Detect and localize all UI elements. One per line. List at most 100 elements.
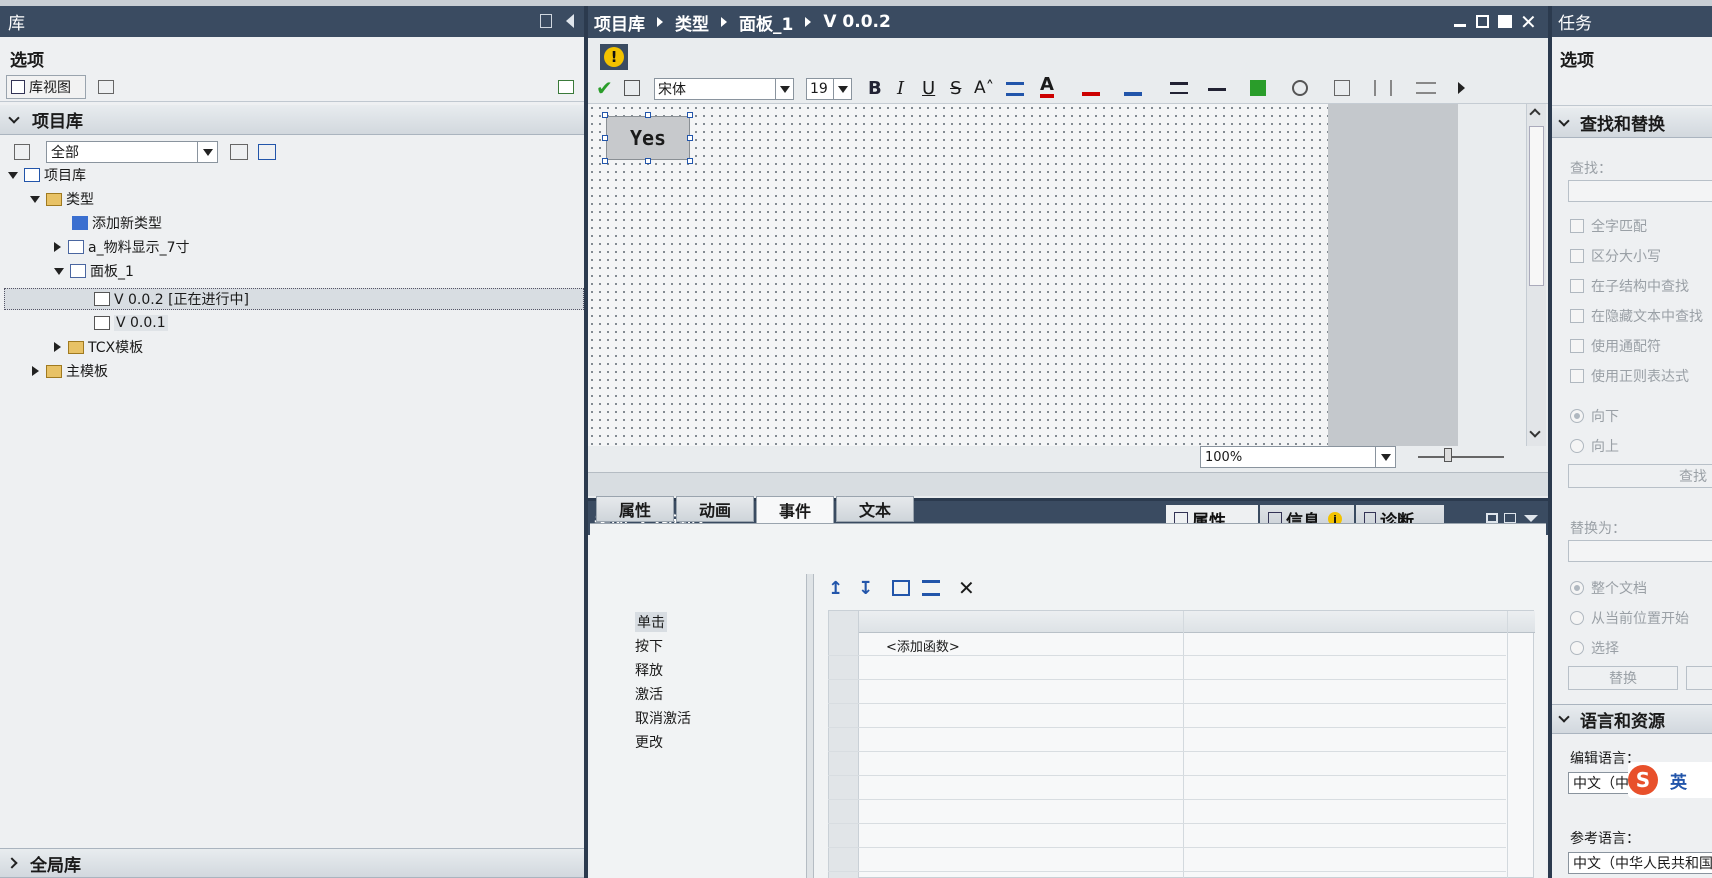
move-up-icon[interactable]: ↥: [828, 578, 843, 599]
find-input[interactable]: [1568, 180, 1712, 202]
selection-handle[interactable]: [602, 135, 608, 141]
breadcrumb-item[interactable]: V 0.0.2: [823, 12, 890, 32]
pin-icon[interactable]: [540, 14, 552, 28]
selection-handle[interactable]: [602, 158, 608, 164]
checkbox-box[interactable]: [1570, 249, 1584, 263]
tree-item-version-002[interactable]: V 0.0.2 [正在进行中]: [94, 288, 249, 310]
distribute-icon[interactable]: [1374, 80, 1392, 96]
list-icon[interactable]: [922, 580, 940, 596]
checkbox-box[interactable]: [1570, 339, 1584, 353]
checkbox-box[interactable]: [1570, 369, 1584, 383]
selection-handle[interactable]: [687, 135, 693, 141]
checkbox-wildcards[interactable]: 使用通配符: [1570, 336, 1661, 356]
selection-handle[interactable]: [687, 112, 693, 118]
library-filter-select[interactable]: 全部: [46, 141, 218, 163]
superscript-icon[interactable]: A˄: [974, 78, 994, 98]
radio-selection[interactable]: 选择: [1570, 638, 1619, 658]
library-view-button[interactable]: 库视图: [6, 75, 86, 99]
checkbox-box[interactable]: [1570, 309, 1584, 323]
library-management-icon[interactable]: [98, 80, 114, 94]
checkbox-match-case[interactable]: 区分大小写: [1570, 246, 1661, 266]
tab-text[interactable]: 文本: [836, 496, 914, 522]
canvas-vertical-scrollbar[interactable]: [1526, 104, 1546, 446]
editor-splitter[interactable]: [588, 472, 1548, 496]
delete-icon[interactable]: ✕: [958, 576, 975, 600]
radio-whole-document[interactable]: 整个文档: [1570, 578, 1647, 598]
underline-icon[interactable]: U: [922, 78, 935, 99]
replace-all-button[interactable]: [1686, 666, 1712, 690]
update-library-icon[interactable]: [558, 80, 574, 94]
bring-front-icon[interactable]: [1250, 80, 1266, 96]
event-item-activate[interactable]: 激活: [635, 684, 663, 704]
import-icon[interactable]: [258, 144, 276, 160]
language-resources-header[interactable]: 语言和资源: [1552, 704, 1712, 734]
zoom-slider-thumb[interactable]: [1444, 448, 1452, 462]
tab-events[interactable]: 事件: [756, 496, 834, 524]
collapse-left-icon[interactable]: [566, 14, 574, 28]
grid-row[interactable]: <添加函数>: [828, 632, 1506, 656]
line-style-icon[interactable]: [1208, 88, 1226, 91]
breadcrumb-item[interactable]: 面板_1: [739, 10, 793, 35]
font-color-icon[interactable]: A: [1040, 76, 1054, 98]
radio-from-current[interactable]: 从当前位置开始: [1570, 608, 1689, 628]
text-align-icon[interactable]: [1006, 82, 1024, 96]
zoom-slider[interactable]: [1418, 456, 1504, 458]
tree-item-types[interactable]: 类型: [30, 188, 94, 210]
add-function-cell[interactable]: <添加函数>: [886, 636, 960, 655]
selection-handle[interactable]: [645, 112, 651, 118]
toolbar-overflow-icon[interactable]: [1458, 82, 1465, 94]
line-weight-icon[interactable]: [1170, 82, 1188, 94]
event-item-release[interactable]: 释放: [635, 660, 663, 680]
italic-icon[interactable]: I: [897, 78, 904, 99]
event-item-press[interactable]: 按下: [635, 636, 663, 656]
checkbox-box[interactable]: [1570, 279, 1584, 293]
float-window-icon[interactable]: [1486, 513, 1498, 523]
checkbox-box[interactable]: [1570, 219, 1584, 233]
expand-all-icon[interactable]: [892, 580, 910, 596]
fill-color-icon[interactable]: [1082, 80, 1100, 96]
canvas-yes-button[interactable]: Yes: [606, 116, 690, 160]
event-item-change[interactable]: 更改: [635, 732, 663, 752]
radio-button[interactable]: [1570, 439, 1584, 453]
checkbox-whole-word[interactable]: 全字匹配: [1570, 216, 1647, 236]
scroll-down-icon[interactable]: [1529, 426, 1541, 438]
selection-handle[interactable]: [645, 158, 651, 164]
scroll-thumb[interactable]: [1529, 126, 1544, 286]
find-button[interactable]: 查找: [1568, 464, 1712, 488]
layout-icon[interactable]: [1504, 513, 1516, 523]
breadcrumb-item[interactable]: 项目库: [594, 10, 645, 35]
tree-item-add-new-type[interactable]: 添加新类型: [72, 212, 162, 234]
scroll-up-icon[interactable]: [1529, 108, 1541, 120]
screen-canvas[interactable]: [588, 104, 1328, 446]
radio-down[interactable]: 向下: [1570, 406, 1619, 426]
radio-up[interactable]: 向上: [1570, 436, 1619, 456]
tab-properties[interactable]: 属性: [596, 496, 674, 522]
event-item-click[interactable]: 单击: [635, 612, 667, 632]
format-painter-icon[interactable]: [624, 80, 640, 96]
event-item-deactivate[interactable]: 取消激活: [635, 708, 691, 728]
zoom-select[interactable]: 100%: [1200, 446, 1396, 468]
selection-handle[interactable]: [602, 112, 608, 118]
tab-animation[interactable]: 动画: [676, 496, 754, 522]
tree-item-material-display[interactable]: a_物料显示_7寸: [54, 236, 190, 258]
font-name-select[interactable]: 宋体: [654, 78, 794, 100]
move-down-icon[interactable]: ↧: [858, 578, 873, 599]
ime-indicator[interactable]: S 英: [1628, 762, 1712, 798]
radio-button[interactable]: [1570, 611, 1584, 625]
same-size-icon[interactable]: [1416, 82, 1436, 94]
bold-icon[interactable]: B: [868, 78, 882, 99]
font-size-select[interactable]: 19: [806, 78, 852, 100]
radio-button[interactable]: [1570, 641, 1584, 655]
selection-handle[interactable]: [687, 158, 693, 164]
tree-item-project-library[interactable]: 项目库: [8, 164, 86, 186]
radio-button[interactable]: [1570, 581, 1584, 595]
export-icon[interactable]: [230, 144, 248, 160]
checkbox-substructure[interactable]: 在子结构中查找: [1570, 276, 1689, 296]
global-library-header[interactable]: 全局库: [0, 848, 584, 878]
replace-input[interactable]: [1568, 540, 1712, 562]
checkbox-hidden-text[interactable]: 在隐藏文本中查找: [1570, 306, 1703, 326]
restore-icon[interactable]: [1476, 15, 1489, 28]
project-library-header[interactable]: 项目库: [0, 105, 584, 135]
events-splitter[interactable]: [806, 574, 814, 878]
radio-button[interactable]: [1570, 409, 1584, 423]
